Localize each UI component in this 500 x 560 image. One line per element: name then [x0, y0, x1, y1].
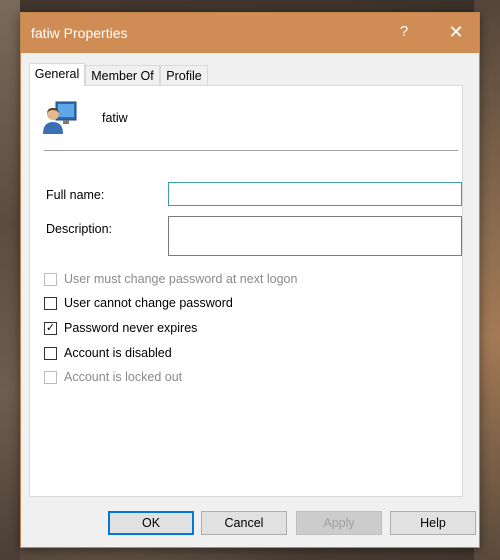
- description-label: Description:: [46, 222, 112, 236]
- help-button[interactable]: Help: [390, 511, 476, 535]
- tab-general[interactable]: General: [29, 63, 85, 86]
- checkbox-label: User cannot change password: [64, 296, 233, 310]
- cancel-button[interactable]: Cancel: [201, 511, 287, 535]
- user-name: fatiw: [102, 111, 128, 125]
- full-name-input[interactable]: [168, 182, 462, 206]
- checkbox-label: Account is disabled: [64, 346, 172, 360]
- ok-button[interactable]: OK: [108, 511, 194, 535]
- user-icon: [43, 101, 77, 134]
- desktop-background-left: [0, 0, 20, 560]
- apply-button[interactable]: Apply: [296, 511, 382, 535]
- checkbox-box[interactable]: [44, 347, 57, 360]
- checkbox-label: Account is locked out: [64, 370, 183, 384]
- tab-member-of[interactable]: Member Of: [85, 65, 160, 85]
- checkbox-label: Password never expires: [64, 321, 198, 335]
- general-tab-panel: fatiw Full name: Description: User must …: [29, 85, 463, 497]
- properties-dialog: fatiw Properties ? ✕ General Member Of P…: [20, 12, 480, 548]
- description-input[interactable]: [168, 216, 462, 256]
- checkbox-label: User must change password at next logon: [64, 272, 298, 286]
- close-icon[interactable]: ✕: [433, 13, 479, 53]
- window-title: fatiw Properties: [31, 25, 128, 41]
- checkmark-icon[interactable]: ✓: [44, 322, 57, 335]
- checkbox-box[interactable]: [44, 273, 57, 286]
- help-icon[interactable]: ?: [381, 13, 427, 53]
- full-name-label: Full name:: [46, 188, 105, 202]
- title-bar[interactable]: fatiw Properties ? ✕: [21, 13, 479, 53]
- tab-profile[interactable]: Profile: [160, 65, 208, 85]
- checkbox-box[interactable]: [44, 371, 57, 384]
- separator-line: [44, 150, 458, 151]
- checkbox-box[interactable]: [44, 297, 57, 310]
